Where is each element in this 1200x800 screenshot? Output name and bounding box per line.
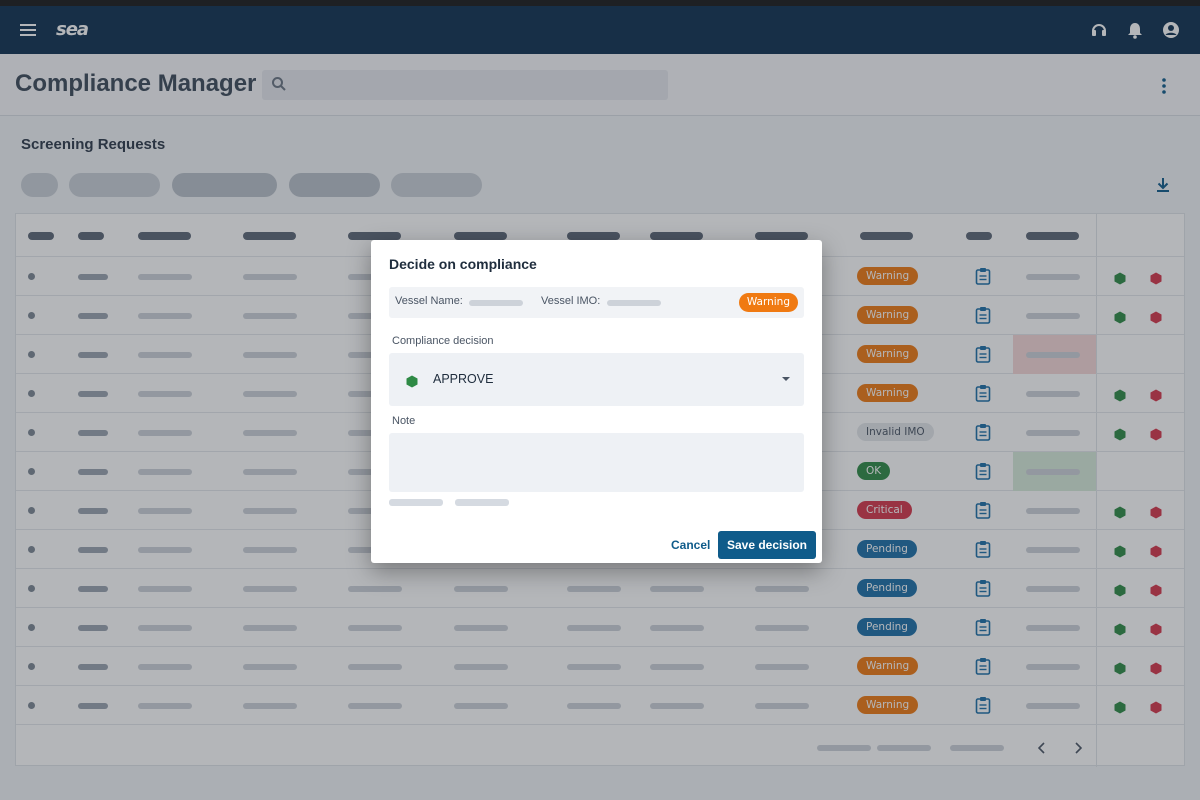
vessel-imo-value [607,300,661,306]
decision-value: APPROVE [433,372,494,386]
note-textarea[interactable] [389,433,804,492]
vessel-name-value [469,300,523,306]
decision-label: Compliance decision [392,335,494,347]
dialog-title: Decide on compliance [389,256,537,272]
compliance-dialog: Decide on compliance Vessel Name: Vessel… [371,240,822,563]
approve-hexagon-icon [406,373,418,392]
dropdown-arrow-icon[interactable] [782,377,790,381]
helper-text [389,499,443,506]
vessel-imo-label: Vessel IMO: [541,295,601,307]
vessel-info: Vessel Name: Vessel IMO: Warning [389,287,804,318]
vessel-name-label: Vessel Name: [395,295,463,307]
cancel-button[interactable]: Cancel [663,531,718,559]
helper-text [455,499,509,506]
note-label: Note [392,415,416,427]
decision-select[interactable]: APPROVE [389,353,804,406]
save-decision-button[interactable]: Save decision [718,531,816,559]
status-badge: Warning [738,293,798,312]
